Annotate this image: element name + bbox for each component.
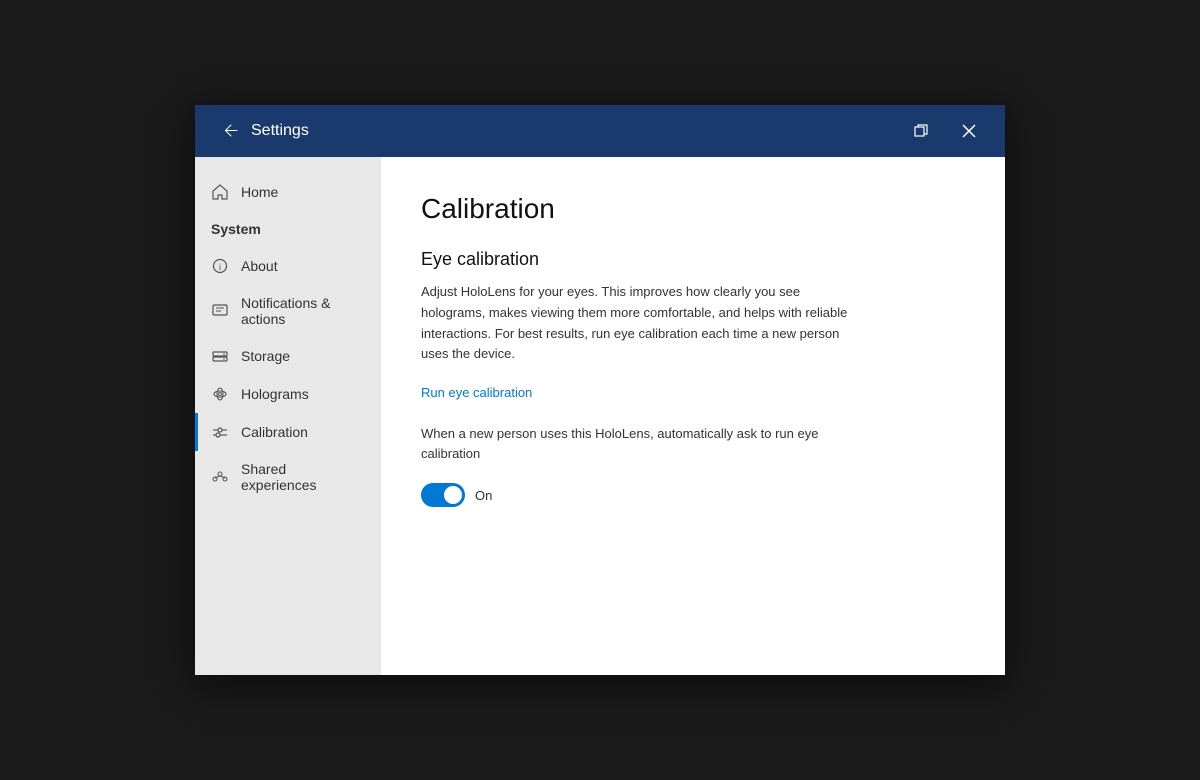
titlebar: Settings	[195, 105, 1005, 157]
about-icon: i	[211, 257, 229, 275]
section-title: Eye calibration	[421, 249, 965, 270]
calibration-icon	[211, 423, 229, 441]
run-calibration-link[interactable]: Run eye calibration	[421, 385, 965, 400]
toggle-row: On	[421, 483, 965, 507]
toggle-state-label: On	[475, 488, 492, 503]
main-area: Home System i About	[195, 157, 1005, 675]
sidebar-item-storage[interactable]: Storage	[195, 337, 381, 375]
sidebar-section-system: System	[195, 211, 381, 247]
sidebar-item-notifications[interactable]: Notifications & actions	[195, 285, 381, 337]
sidebar-item-shared[interactable]: Shared experiences	[195, 451, 381, 503]
sidebar-item-home[interactable]: Home	[195, 173, 381, 211]
sidebar-item-about-label: About	[241, 258, 278, 274]
sidebar-item-notifications-label: Notifications & actions	[241, 295, 365, 327]
page-title: Calibration	[421, 193, 965, 225]
restore-button[interactable]	[901, 111, 941, 151]
shared-icon	[211, 468, 229, 486]
sidebar-item-holograms[interactable]: Holograms	[195, 375, 381, 413]
titlebar-title: Settings	[251, 122, 901, 140]
sidebar-item-calibration[interactable]: Calibration	[195, 413, 381, 451]
storage-icon	[211, 347, 229, 365]
auto-ask-description: When a new person uses this HoloLens, au…	[421, 424, 861, 463]
sidebar-item-about[interactable]: i About	[195, 247, 381, 285]
section-description: Adjust HoloLens for your eyes. This impr…	[421, 282, 861, 365]
close-button[interactable]	[949, 111, 989, 151]
auto-calibration-toggle[interactable]	[421, 483, 465, 507]
sidebar-item-home-label: Home	[241, 184, 278, 200]
svg-text:i: i	[219, 262, 222, 272]
back-button[interactable]	[211, 111, 251, 151]
sidebar: Home System i About	[195, 157, 381, 675]
titlebar-controls	[901, 111, 989, 151]
sidebar-item-shared-label: Shared experiences	[241, 461, 365, 493]
notifications-icon	[211, 302, 229, 320]
holograms-icon	[211, 385, 229, 403]
sidebar-item-storage-label: Storage	[241, 348, 290, 364]
sidebar-item-holograms-label: Holograms	[241, 386, 309, 402]
home-icon	[211, 183, 229, 201]
content-area: Calibration Eye calibration Adjust HoloL…	[381, 157, 1005, 675]
sidebar-item-calibration-label: Calibration	[241, 424, 308, 440]
settings-window: Settings	[195, 105, 1005, 675]
